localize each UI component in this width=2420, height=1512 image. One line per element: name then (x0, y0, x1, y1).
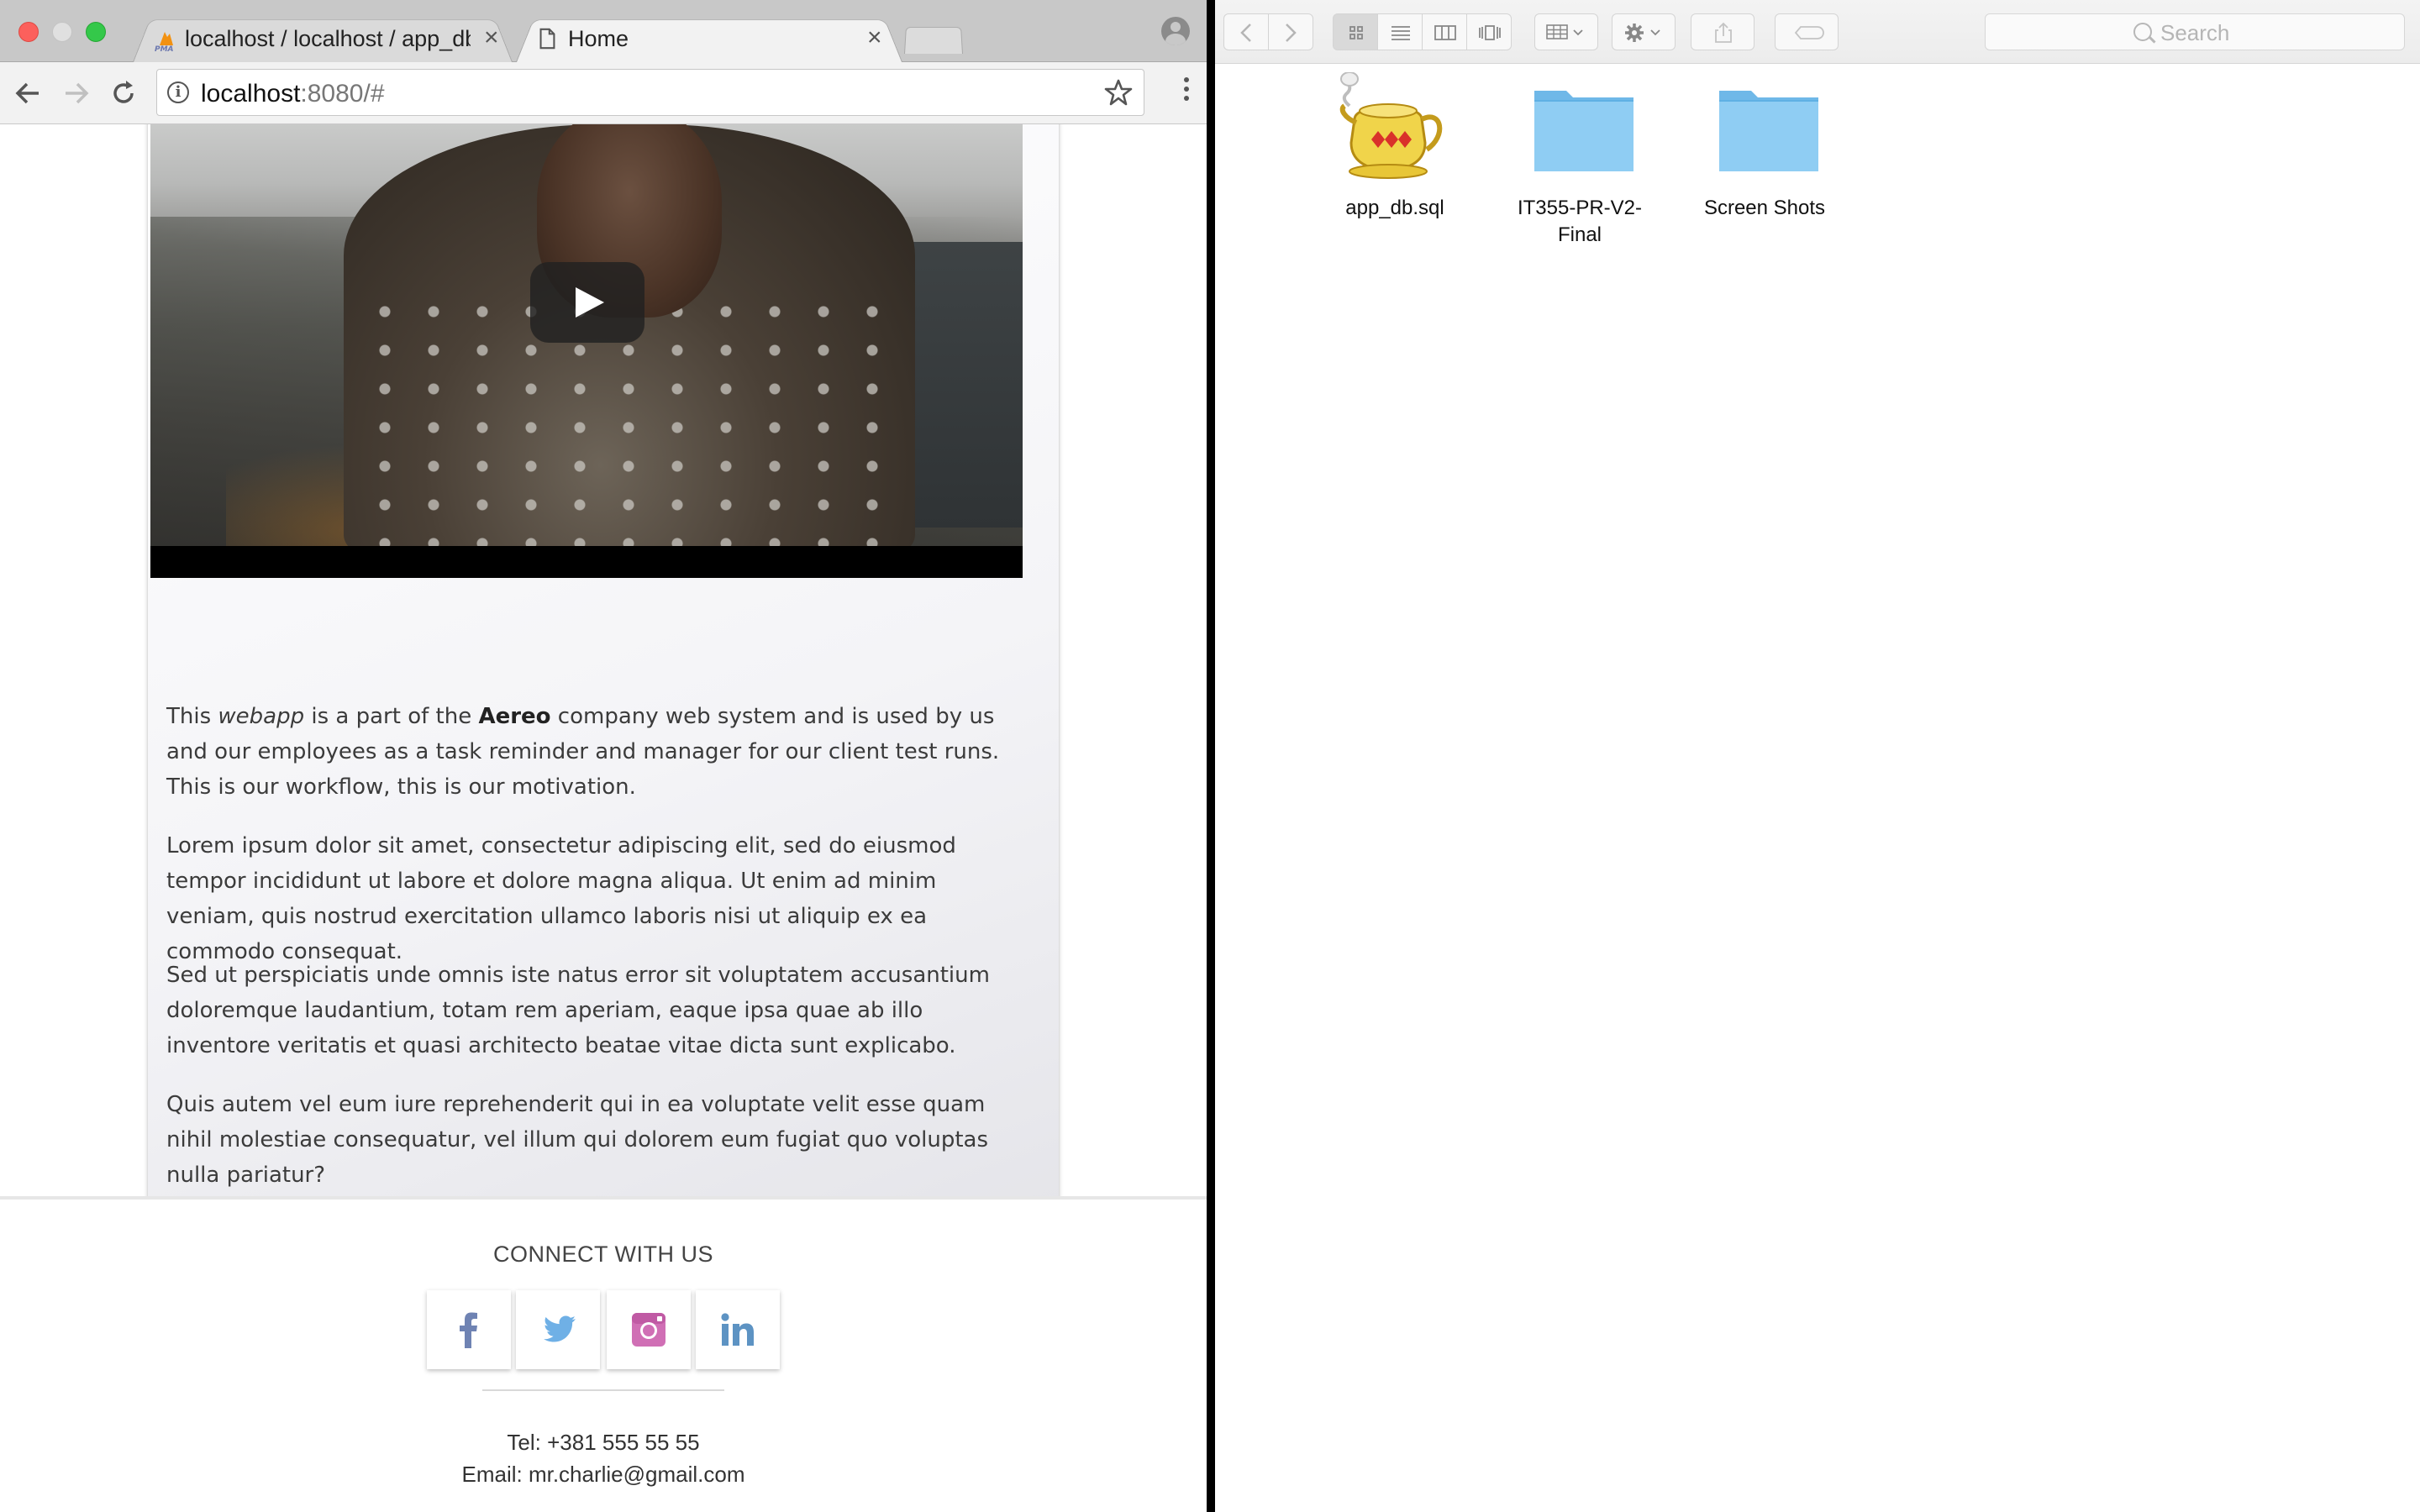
finder-window: Search app_db.sql IT355-PR-V2-Final Scre… (1215, 0, 2420, 1512)
grid-view-icon (1349, 26, 1363, 39)
folder-icon (1719, 91, 1818, 171)
phpmyadmin-favicon-icon: PMA (155, 32, 174, 52)
arrange-button[interactable] (1534, 13, 1598, 50)
footer-divider (482, 1389, 724, 1391)
intro-paragraph: This webapp is a part of the Aereo compa… (166, 704, 1000, 800)
finder-forward-button[interactable] (1268, 13, 1313, 50)
finder-item-label: IT355-PR-V2-Final (1517, 197, 1643, 246)
share-icon (1715, 22, 1732, 43)
window-minimize-button[interactable] (52, 22, 72, 42)
linkedin-icon (721, 1313, 754, 1346)
sql-file-icon (1339, 72, 1443, 179)
finder-search-field[interactable]: Search (1985, 13, 2405, 50)
chevron-right-icon (1286, 24, 1297, 42)
window-close-button[interactable] (18, 22, 39, 42)
gallery-view-button[interactable] (1466, 13, 1512, 50)
body-paragraph: Lorem ipsum dolor sit amet, consectetur … (166, 833, 956, 964)
page-viewport: This webapp is a part of the Aereo compa… (0, 124, 1207, 1512)
email-text: Email: mr.charlie@gmail.com (461, 1462, 745, 1487)
facebook-link[interactable] (427, 1290, 511, 1369)
window-zoom-button[interactable] (86, 22, 106, 42)
tab-home[interactable]: Home × (516, 15, 902, 62)
search-icon (2133, 23, 2152, 41)
page-footer: CONNECT WITH US Tel: +381 555 55 55 Emai… (0, 1196, 1207, 1512)
address-bar[interactable]: i localhost:8080/# (156, 69, 1144, 116)
coverflow-view-icon (1479, 25, 1501, 40)
reload-icon[interactable] (108, 77, 139, 109)
browser-window: PMA localhost / localhost / app_db | × H… (0, 0, 1207, 1512)
browser-toolbar: i localhost:8080/# (0, 62, 1207, 124)
new-tab-button[interactable] (904, 25, 963, 54)
tab-close-icon[interactable]: × (867, 24, 882, 52)
body-paragraph: Sed ut perspiciatis unde omnis iste natu… (166, 963, 990, 1058)
instagram-link[interactable] (607, 1290, 691, 1369)
twitter-link[interactable] (516, 1290, 600, 1369)
back-arrow-icon[interactable] (12, 77, 44, 109)
phone-text: Tel: +381 555 55 55 (507, 1430, 700, 1455)
search-placeholder: Search (2160, 20, 2230, 45)
url-text: localhost:8080/# (201, 80, 385, 108)
tab-phpmyadmin[interactable]: PMA localhost / localhost / app_db | × (133, 15, 513, 62)
list-view-button[interactable] (1377, 13, 1423, 50)
window-divider (1207, 0, 1215, 1512)
page-document-icon (539, 28, 555, 50)
action-menu-button[interactable] (1612, 13, 1676, 50)
forward-arrow-icon[interactable] (60, 77, 92, 109)
video-player[interactable] (150, 124, 1023, 578)
tab-close-icon[interactable]: × (484, 24, 499, 52)
tab-title: localhost / localhost / app_db | (185, 26, 471, 51)
folder-icon (1534, 91, 1634, 171)
linkedin-link[interactable] (696, 1290, 780, 1369)
content-card: This webapp is a part of the Aereo compa… (148, 124, 1059, 1285)
list-view-icon (1392, 26, 1410, 40)
finder-item-label: app_db.sql (1345, 197, 1444, 219)
video-play-button[interactable] (530, 262, 644, 343)
tab-title: Home (568, 26, 629, 51)
finder-item-label: Screen Shots (1703, 197, 1826, 219)
tab-strip: PMA localhost / localhost / app_db | × H… (0, 0, 1207, 62)
svg-text:PMA: PMA (155, 45, 174, 52)
menu-dots-icon[interactable] (1183, 77, 1190, 108)
bookmark-star-icon[interactable] (1103, 77, 1134, 108)
finder-back-button[interactable] (1223, 13, 1269, 50)
profile-icon[interactable] (1161, 17, 1190, 45)
chevron-left-icon (1240, 24, 1251, 42)
column-view-icon (1434, 25, 1456, 40)
info-icon[interactable]: i (167, 81, 189, 103)
share-button[interactable] (1691, 13, 1754, 50)
arrange-grid-icon (1546, 24, 1583, 39)
instagram-icon (632, 1313, 666, 1347)
facebook-icon (460, 1312, 477, 1348)
gear-icon (1625, 24, 1660, 42)
connect-heading: CONNECT WITH US (493, 1242, 713, 1267)
column-view-button[interactable] (1422, 13, 1467, 50)
body-paragraph: Quis autem vel eum iure reprehenderit qu… (166, 1092, 989, 1188)
finder-toolbar: Search (1215, 0, 2420, 64)
icon-view-button[interactable] (1333, 13, 1378, 50)
twitter-icon (544, 1315, 576, 1342)
tag-icon (1794, 26, 1824, 39)
tags-button[interactable] (1775, 13, 1839, 50)
